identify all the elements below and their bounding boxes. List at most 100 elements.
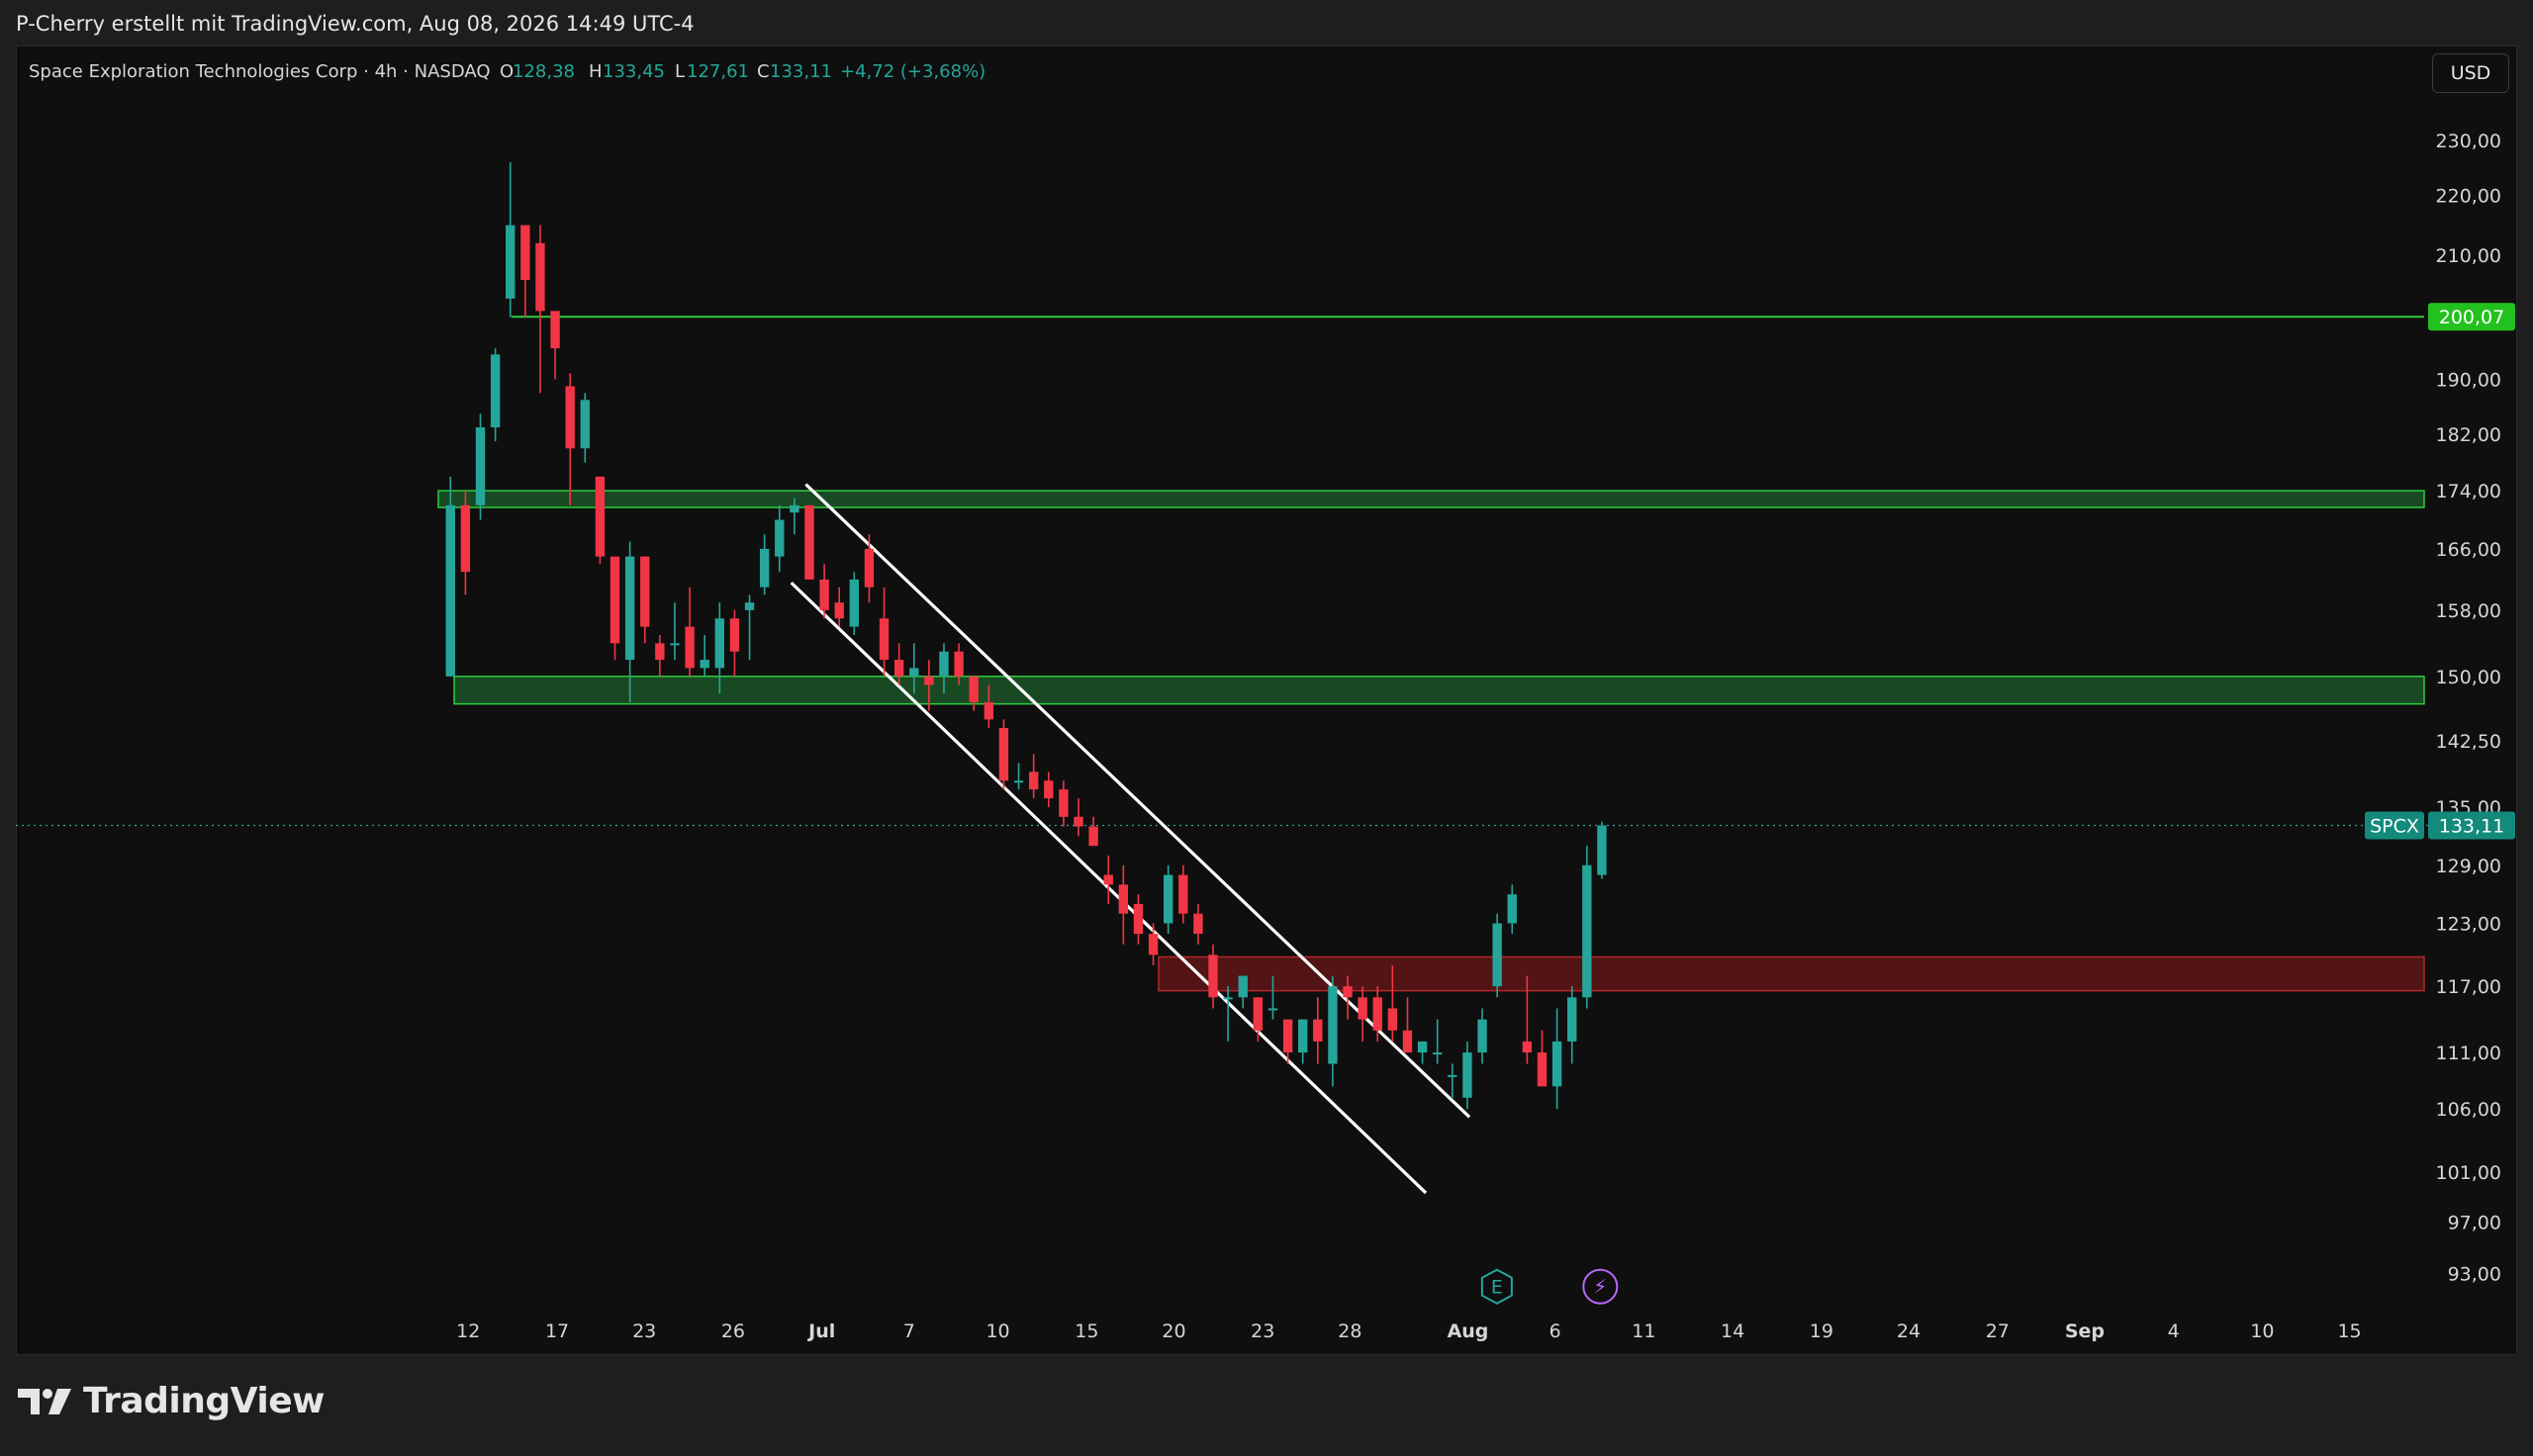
events-layer[interactable]: E ⚡	[1480, 1268, 1619, 1305]
price-tick-label: 190,00	[2436, 370, 2501, 392]
candle	[506, 162, 516, 318]
candle	[729, 609, 740, 677]
candle	[1028, 754, 1039, 799]
zones-layer	[16, 316, 2454, 992]
resistance-zone-174[interactable]	[437, 490, 2425, 508]
candle	[1044, 772, 1054, 807]
time-tick-label: 7	[903, 1320, 915, 1342]
candle	[1582, 846, 1592, 1009]
candle	[1193, 903, 1203, 945]
time-tick-label: 11	[1632, 1320, 1655, 1342]
legend-symbol-name: Space Exploration Technologies Corp · 4h…	[29, 61, 491, 82]
candle	[879, 587, 890, 677]
candle	[550, 311, 560, 380]
candle	[1178, 864, 1188, 924]
time-tick-label: 10	[985, 1320, 1009, 1342]
candle	[759, 534, 770, 595]
svg-text:SPCX: SPCX	[2370, 816, 2419, 838]
candle	[834, 587, 844, 627]
price-tick-label: 182,00	[2436, 424, 2501, 446]
candle	[1059, 780, 1069, 827]
price-tick-label: 101,00	[2436, 1162, 2501, 1184]
time-tick-label: 19	[1810, 1320, 1833, 1342]
candle	[595, 476, 606, 565]
candle	[1402, 997, 1413, 1053]
price-tick-label: 93,00	[2448, 1264, 2501, 1286]
candle	[685, 587, 695, 677]
candle	[1074, 798, 1083, 837]
legend-high-value: 133,45	[603, 61, 665, 82]
candle	[1567, 986, 1577, 1064]
chart-canvas[interactable]: Space Exploration Technologies Corp · 4h…	[16, 46, 2517, 1355]
candle	[1417, 1041, 1428, 1064]
tradingview-logo[interactable]: TradingView	[18, 1381, 325, 1421]
legend-close-value: 133,11	[770, 61, 832, 82]
svg-text:⚡: ⚡	[1593, 1275, 1607, 1299]
candle	[1223, 986, 1233, 1042]
svg-text:E: E	[1491, 1277, 1503, 1299]
time-tick-label: 23	[632, 1320, 656, 1342]
time-axis[interactable]: 12 17 23 26 Jul 7 10 15 20 23 28 Aug 6 11 14 19 24 27 Sep 4…	[456, 1320, 2361, 1342]
price-tick-label: 158,00	[2436, 600, 2501, 622]
time-tick-label: Aug	[1448, 1320, 1489, 1342]
candle	[670, 602, 680, 661]
legend-open-value: 128,38	[513, 61, 575, 82]
candle	[610, 556, 620, 661]
candle	[580, 393, 590, 463]
legend-ohlc: O 128,38 H 133,45 L 127,61 C 133,11 +4,7…	[500, 61, 985, 82]
channel-upper-line[interactable]	[804, 483, 1471, 1119]
resistance-zone-117[interactable]	[1158, 956, 2425, 992]
time-tick-label: 6	[1549, 1320, 1561, 1342]
footer	[0, 1355, 2533, 1456]
symbol-badge: SPCX	[2365, 811, 2424, 840]
tradingview-wordmark: TradingView	[83, 1381, 325, 1421]
candle	[1013, 763, 1024, 790]
channel-layer	[790, 483, 1471, 1195]
time-tick-label: 15	[2337, 1320, 2361, 1342]
svg-text:200,07: 200,07	[2439, 307, 2504, 328]
price-tick-label: 210,00	[2436, 245, 2501, 267]
tradingview-mark-icon	[18, 1388, 71, 1414]
level-price-badge: 200,07	[2428, 303, 2515, 331]
support-zone-150[interactable]	[453, 676, 2425, 705]
price-tick-label: 123,00	[2436, 914, 2501, 936]
price-tick-label: 117,00	[2436, 976, 2501, 998]
candle	[565, 373, 575, 505]
candle	[1358, 986, 1367, 1042]
top-bar: P-Cherry erstellt mit TradingView.com, A…	[0, 0, 2533, 46]
candle	[1088, 816, 1098, 847]
candle	[640, 556, 650, 644]
candle	[744, 594, 755, 661]
time-tick-label: 28	[1338, 1320, 1361, 1342]
time-tick-label: 27	[1986, 1320, 2010, 1342]
time-tick-label: 23	[1251, 1320, 1274, 1342]
candle	[775, 504, 785, 573]
candle	[460, 491, 471, 595]
candle	[490, 348, 501, 442]
price-tick-label: 129,00	[2436, 856, 2501, 877]
last-price-badge: 133,11	[2428, 811, 2515, 840]
legend-low-label: L	[675, 61, 685, 82]
candle	[1537, 1030, 1548, 1087]
earnings-icon[interactable]: E	[1480, 1268, 1513, 1305]
time-tick-label: 17	[545, 1320, 569, 1342]
time-tick-label: 4	[2168, 1320, 2180, 1342]
time-tick-label: 20	[1162, 1320, 1185, 1342]
currency-button[interactable]: USD	[2432, 53, 2509, 93]
candle	[1313, 997, 1323, 1064]
candle	[1507, 884, 1517, 935]
svg-text:133,11: 133,11	[2439, 816, 2504, 838]
candle	[700, 634, 709, 677]
price-tick-label: 111,00	[2436, 1043, 2501, 1064]
dividend-icon[interactable]: ⚡	[1582, 1268, 1619, 1305]
price-tick-label: 174,00	[2436, 481, 2501, 502]
candle	[535, 225, 545, 394]
candle	[969, 676, 979, 711]
legend-high-label: H	[589, 61, 603, 82]
time-tick-label: 14	[1721, 1320, 1744, 1342]
candle	[1448, 1063, 1457, 1098]
candle	[1118, 864, 1129, 945]
candle	[520, 225, 530, 318]
candle	[1208, 944, 1218, 1009]
price-tick-label: 166,00	[2436, 539, 2501, 561]
